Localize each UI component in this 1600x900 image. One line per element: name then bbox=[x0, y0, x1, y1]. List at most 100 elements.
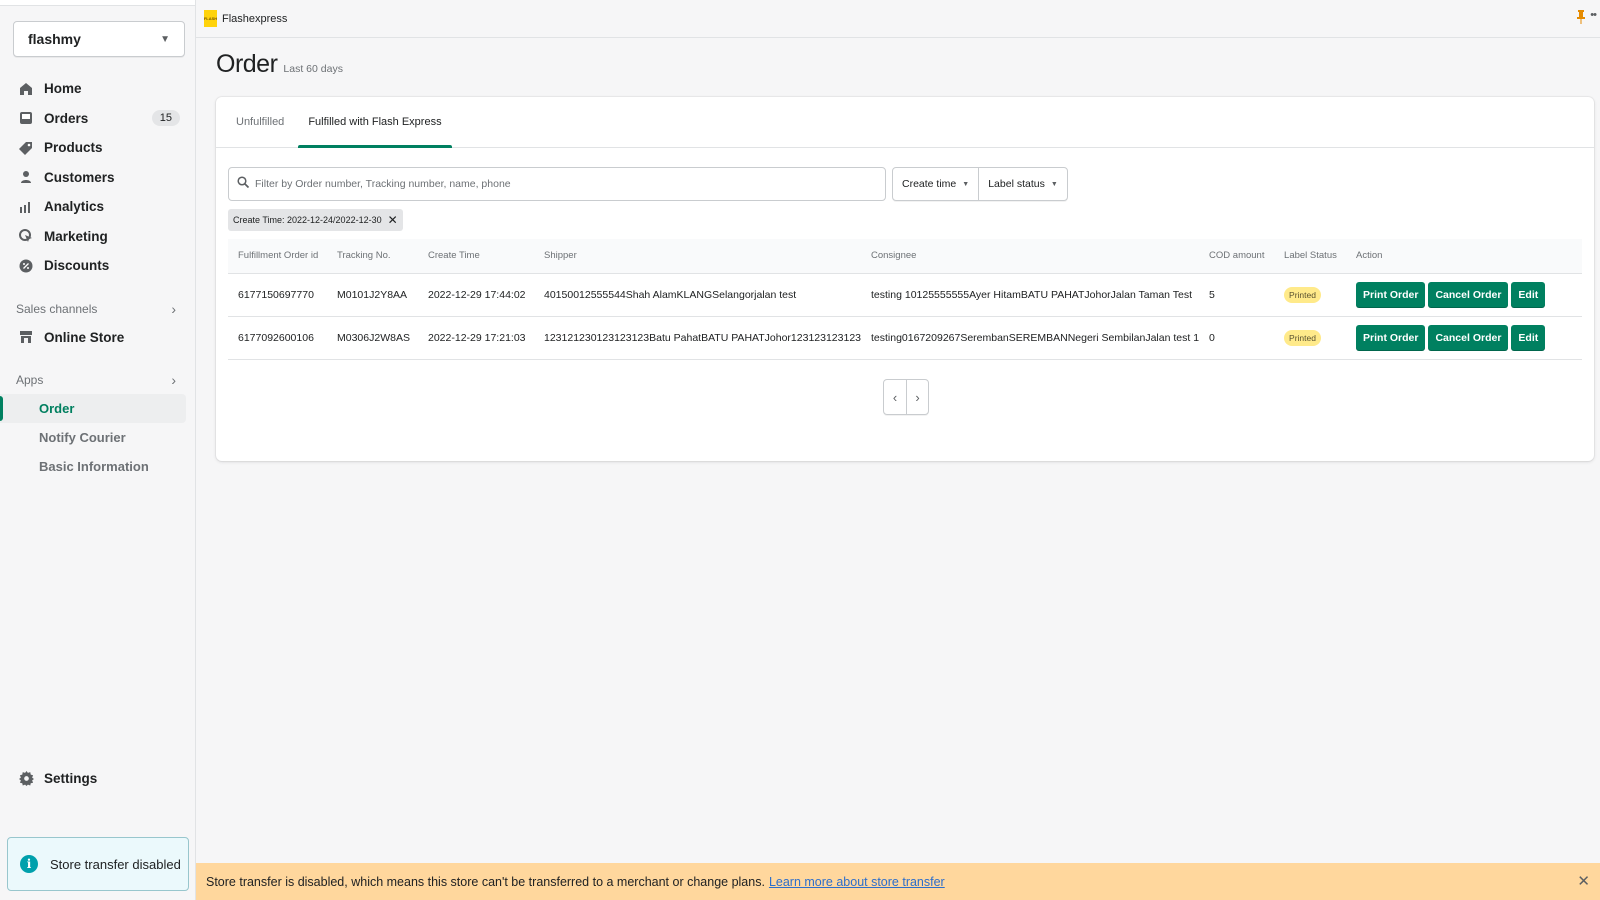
filter-row: Create time ▼ Label status ▼ bbox=[228, 167, 1068, 201]
applied-filter-chip: Create Time: 2022-12-24/2022-12-30 ✕ bbox=[228, 209, 403, 231]
edit-button[interactable]: Edit bbox=[1511, 281, 1546, 308]
marketing-icon bbox=[18, 228, 34, 244]
orders-table: Fulfillment Order id Tracking No. Create… bbox=[228, 239, 1582, 360]
bar-chart-icon bbox=[18, 199, 34, 215]
store-name: flashmy bbox=[28, 31, 81, 47]
nav-label: Customers bbox=[44, 169, 115, 185]
dropdown-label: Label status bbox=[988, 178, 1045, 190]
more-options-icon[interactable]: •• bbox=[1590, 9, 1597, 21]
label-status-cell: Printed bbox=[1274, 273, 1347, 317]
edit-button[interactable]: Edit bbox=[1511, 324, 1546, 351]
column-header[interactable]: Consignee bbox=[861, 239, 1200, 274]
consignee-cell: testing 10125555555Ayer HitamBATU PAHATJ… bbox=[861, 273, 1200, 317]
close-icon[interactable]: ✕ bbox=[1577, 872, 1590, 890]
next-page-button[interactable]: › bbox=[906, 380, 928, 414]
discount-icon bbox=[18, 258, 34, 274]
label-status-dropdown[interactable]: Label status ▼ bbox=[978, 168, 1067, 200]
chip-label: Create Time: 2022-12-24/2022-12-30 bbox=[233, 215, 382, 225]
create-time-cell: 2022-12-29 17:21:03 bbox=[418, 316, 534, 360]
chevron-right-icon: › bbox=[171, 372, 176, 388]
search-icon bbox=[237, 175, 250, 193]
section-label: Apps bbox=[16, 373, 44, 387]
orders-count-badge: 15 bbox=[151, 110, 180, 127]
sidebar-top-divider bbox=[0, 0, 195, 6]
gear-icon bbox=[18, 770, 34, 786]
chevron-right-icon: › bbox=[915, 389, 920, 405]
column-header[interactable]: Fulfillment Order id bbox=[228, 239, 327, 274]
sales-channels-section[interactable]: Sales channels › bbox=[0, 295, 196, 323]
nav-label: Analytics bbox=[44, 199, 105, 215]
remove-filter-icon[interactable]: ✕ bbox=[388, 213, 398, 227]
tab-fulfilled-flash-express[interactable]: Fulfilled with Flash Express bbox=[298, 97, 452, 148]
app-item-label: Order bbox=[39, 401, 75, 416]
column-header[interactable]: Tracking No. bbox=[327, 239, 418, 274]
nav-label: Discounts bbox=[44, 258, 110, 274]
page-subtitle: Last 60 days bbox=[283, 63, 343, 75]
pagination: ‹ › bbox=[883, 379, 929, 415]
cancel-order-button[interactable]: Cancel Order bbox=[1428, 281, 1509, 308]
nav-label: Orders bbox=[44, 110, 89, 126]
nav-item-products[interactable]: Products bbox=[0, 133, 196, 163]
settings-label: Settings bbox=[44, 770, 98, 786]
store-transfer-notice: i Store transfer disabled bbox=[7, 837, 189, 891]
column-header[interactable]: Create Time bbox=[418, 239, 534, 274]
table-row: 6177092600106 M0306J2W8AS 2022-12-29 17:… bbox=[228, 316, 1582, 360]
nav-item-discounts[interactable]: Discounts bbox=[0, 251, 196, 281]
shipper-cell: 40150012555544Shah AlamKLANGSelangorjala… bbox=[534, 273, 861, 317]
shipper-cell: 123121230123123123Batu PahatBATU PAHATJo… bbox=[534, 316, 861, 360]
consignee-cell: testing0167209267SerembanSEREMBANNegeri … bbox=[861, 316, 1200, 360]
cod-cell: 0 bbox=[1199, 316, 1275, 360]
app-item-notify-courier[interactable]: Notify Courier bbox=[0, 423, 186, 452]
nav-label: Home bbox=[44, 81, 82, 97]
tab-unfulfilled[interactable]: Unfulfilled bbox=[226, 97, 294, 147]
column-header[interactable]: Shipper bbox=[534, 239, 861, 274]
table-header-row: Fulfillment Order id Tracking No. Create… bbox=[228, 239, 1582, 274]
section-label: Sales channels bbox=[16, 301, 98, 316]
store-transfer-text: Store transfer disabled bbox=[50, 856, 181, 872]
chevron-left-icon: ‹ bbox=[892, 389, 898, 405]
search-input[interactable] bbox=[255, 178, 885, 190]
nav-item-analytics[interactable]: Analytics bbox=[0, 192, 196, 222]
chevron-right-icon: › bbox=[171, 300, 176, 317]
home-icon bbox=[18, 81, 34, 97]
create-time-dropdown[interactable]: Create time ▼ bbox=[893, 168, 978, 200]
nav-label: Online Store bbox=[44, 329, 125, 345]
nav-item-marketing[interactable]: Marketing bbox=[0, 222, 196, 252]
apps-section[interactable]: Apps › bbox=[0, 366, 196, 394]
tracking-cell: M0101J2Y8AA bbox=[327, 273, 418, 317]
order-id-cell: 6177092600106 bbox=[228, 316, 327, 360]
app-item-order[interactable]: Order bbox=[0, 394, 186, 423]
print-order-button[interactable]: Print Order bbox=[1356, 281, 1426, 308]
nav-item-customers[interactable]: Customers bbox=[0, 163, 196, 193]
cancel-order-button[interactable]: Cancel Order bbox=[1428, 324, 1509, 351]
nav-item-home[interactable]: Home bbox=[0, 74, 196, 104]
app-item-basic-information[interactable]: Basic Information bbox=[0, 452, 186, 481]
print-order-button[interactable]: Print Order bbox=[1356, 324, 1426, 351]
order-id-cell: 6177150697770 bbox=[228, 273, 327, 317]
store-selector[interactable]: flashmy ▼ bbox=[13, 21, 185, 57]
action-cell: Print Order Cancel Order Edit bbox=[1346, 316, 1582, 360]
cod-cell: 5 bbox=[1199, 273, 1275, 317]
search-box[interactable] bbox=[228, 167, 886, 201]
learn-more-link[interactable]: Learn more about store transfer bbox=[769, 875, 945, 889]
page-title: Order bbox=[216, 50, 278, 78]
column-header[interactable]: COD amount bbox=[1199, 239, 1275, 274]
nav-item-settings[interactable]: Settings bbox=[18, 770, 97, 786]
nav-item-orders[interactable]: Orders 15 bbox=[0, 104, 196, 134]
caret-down-icon: ▼ bbox=[160, 33, 170, 45]
column-header: Action bbox=[1346, 239, 1582, 274]
caret-down-icon: ▼ bbox=[1050, 180, 1058, 188]
page-header: Order Last 60 days bbox=[216, 50, 343, 79]
nav-label: Marketing bbox=[44, 228, 108, 244]
nav-item-online-store[interactable]: Online Store bbox=[0, 323, 196, 353]
column-header[interactable]: Label Status bbox=[1274, 239, 1347, 274]
previous-page-button[interactable]: ‹ bbox=[884, 380, 906, 414]
info-icon: i bbox=[20, 855, 38, 873]
dropdown-label: Create time bbox=[902, 178, 957, 190]
store-transfer-banner: Store transfer is disabled, which means … bbox=[196, 863, 1600, 900]
pin-icon[interactable] bbox=[1577, 10, 1585, 27]
status-badge: Printed bbox=[1284, 329, 1321, 346]
sidebar: flashmy ▼ Home Orders 15 Products Custom… bbox=[0, 0, 196, 900]
filter-dropdown-group: Create time ▼ Label status ▼ bbox=[892, 167, 1068, 201]
banner-text: Store transfer is disabled, which means … bbox=[206, 874, 765, 889]
